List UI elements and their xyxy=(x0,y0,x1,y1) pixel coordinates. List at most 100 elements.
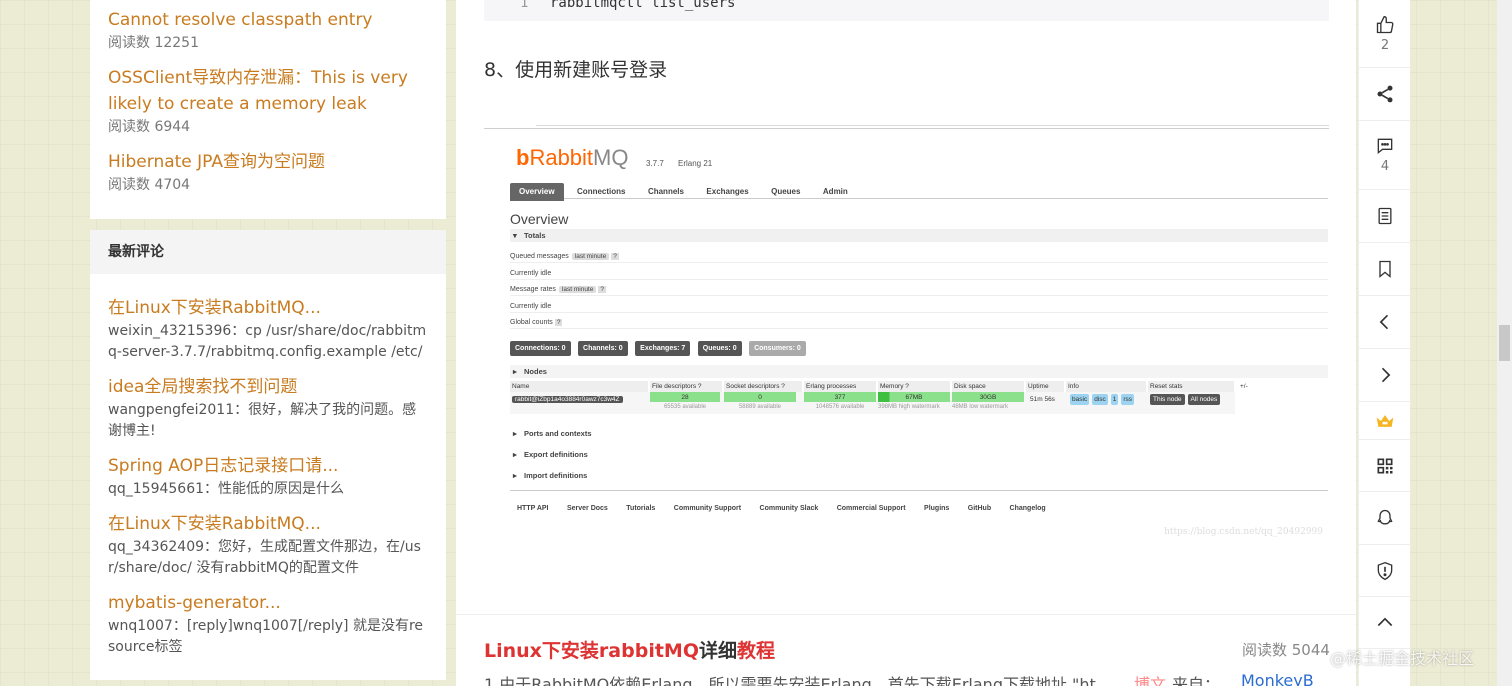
hot-article-reads: 阅读数 6944 xyxy=(108,119,191,135)
qq-share-button[interactable] xyxy=(1359,492,1411,545)
rabbitmq-footer: HTTP API Server Docs Tutorials Community… xyxy=(510,490,1328,515)
comment-button[interactable]: 4 xyxy=(1359,121,1411,190)
consumers-count[interactable]: Consumers: 0 xyxy=(749,341,806,356)
footer-link[interactable]: Community Slack xyxy=(760,505,819,512)
chevron-up-icon xyxy=(1377,617,1393,626)
totals-section[interactable]: Totals xyxy=(510,229,1328,242)
comment-article-link[interactable]: idea全局搜索找不到问题 xyxy=(108,375,428,400)
side-toolbar: 2 4 xyxy=(1358,0,1411,686)
contents-button[interactable] xyxy=(1359,190,1411,243)
reset-all-nodes-button[interactable]: All nodes xyxy=(1187,394,1221,405)
col-info: Info xyxy=(1066,381,1146,392)
message-rates-row: Message rates last minute? xyxy=(510,284,1328,296)
rabbitmq-screenshot: bRabbitMQ 3.7.7 Erlang 21 Overview Conne… xyxy=(484,125,1329,548)
back-to-top-button[interactable] xyxy=(1359,597,1411,649)
queued-messages-row: Queued messages last minute? xyxy=(510,251,1328,263)
footer-link[interactable]: Plugins xyxy=(924,505,949,512)
tab-connections[interactable]: Connections xyxy=(568,183,634,201)
comment-text: wnq1007：[reply]wnq1007[/reply] 就是没有resou… xyxy=(108,618,423,655)
related-article-author[interactable]: MonkeyB xyxy=(1241,671,1314,686)
related-article-reads: 阅读数 5044 xyxy=(1242,641,1330,659)
info-tag: basic xyxy=(1070,394,1090,405)
col-reset-stats: Reset stats xyxy=(1148,381,1234,392)
footer-link[interactable]: Server Docs xyxy=(567,505,608,512)
hot-article-item: Cannot resolve classpath entry 阅读数 12251 xyxy=(108,7,438,53)
step-heading: 8、使用新建账号登录 xyxy=(484,59,668,81)
rabbitmq-logo: bRabbitMQ xyxy=(516,145,629,170)
info-tag: disc xyxy=(1092,394,1108,405)
like-count: 2 xyxy=(1380,37,1390,53)
comment-article-link[interactable]: mybatis-generator... xyxy=(108,591,428,616)
vip-button[interactable] xyxy=(1359,402,1411,440)
help-icon[interactable]: ? xyxy=(611,253,619,260)
columns-toggle[interactable]: +/- xyxy=(1238,381,1256,392)
latest-comments-panel: 最新评论 在Linux下安装RabbitMQ... weixin_4321539… xyxy=(90,230,446,680)
comment-article-link[interactable]: 在Linux下安装RabbitMQ... xyxy=(108,296,428,321)
code-line-number: 1 xyxy=(520,0,529,11)
hot-article-item: Hibernate JPA查询为空问题 阅读数 4704 xyxy=(108,149,438,195)
footer-link[interactable]: Tutorials xyxy=(626,505,655,512)
tab-admin[interactable]: Admin xyxy=(814,183,857,201)
queues-count[interactable]: Queues: 0 xyxy=(697,341,742,356)
memory-bar: 67MB xyxy=(878,392,950,402)
tab-queues[interactable]: Queues xyxy=(762,183,809,201)
import-definitions-section[interactable]: Import definitions xyxy=(510,469,1328,482)
scrollbar-thumb[interactable] xyxy=(1499,325,1510,361)
channels-count[interactable]: Channels: 0 xyxy=(578,341,628,356)
comment-article-link[interactable]: 在Linux下安装RabbitMQ... xyxy=(108,512,428,537)
rabbitmq-version: 3.7.7 xyxy=(646,159,664,168)
page-scrollbar[interactable] xyxy=(1497,0,1512,686)
related-article-title[interactable]: Linux下安装rabbitMQ详细教程 xyxy=(484,636,775,663)
info-tags: basic disc 1 rss xyxy=(1070,394,1137,405)
node-name-link[interactable]: rabbit@iZbp1a4o3884r0awz7c3w4Z xyxy=(512,396,623,403)
nodes-table: Name File descriptors ? Socket descripto… xyxy=(510,381,1248,414)
reset-this-node-button[interactable]: This node xyxy=(1150,394,1185,405)
comment-icon xyxy=(1377,138,1393,155)
global-counts: Connections: 0 Channels: 0 Exchanges: 7 … xyxy=(510,337,809,356)
report-button[interactable] xyxy=(1359,545,1411,597)
disk-bar: 30GB xyxy=(952,392,1024,402)
like-button[interactable]: 2 xyxy=(1359,0,1411,68)
document-icon xyxy=(1378,207,1392,225)
tab-exchanges[interactable]: Exchanges xyxy=(697,183,757,201)
footer-link[interactable]: Community Support xyxy=(674,505,741,512)
next-article-button[interactable] xyxy=(1359,349,1411,402)
tab-overview[interactable]: Overview xyxy=(510,183,564,201)
thumbs-up-icon xyxy=(1376,15,1394,33)
hot-article-reads: 阅读数 12251 xyxy=(108,35,199,51)
fd-bar: 28 xyxy=(650,392,720,402)
share-button[interactable] xyxy=(1359,68,1411,121)
hot-article-title[interactable]: Cannot resolve classpath entry xyxy=(108,7,438,33)
hot-article-title[interactable]: Hibernate JPA查询为空问题 xyxy=(108,149,438,175)
comment-article-link[interactable]: Spring AOP日志记录接口请... xyxy=(108,454,428,479)
bookmark-button[interactable] xyxy=(1359,243,1411,296)
footer-link[interactable]: Commercial Support xyxy=(837,505,906,512)
idle-text: Currently idle xyxy=(510,268,1328,280)
footer-link[interactable]: GitHub xyxy=(968,505,991,512)
help-icon[interactable]: ? xyxy=(598,286,606,293)
rabbitmq-tabs: Overview Connections Channels Exchanges … xyxy=(510,181,1328,201)
comment-item: 在Linux下安装RabbitMQ... weixin_43215396：cp … xyxy=(108,296,428,363)
last-minute-select[interactable]: last minute xyxy=(571,253,610,260)
overview-title: Overview xyxy=(510,211,569,227)
hot-article-item: OSSClient导致内存泄漏：This is very likely to c… xyxy=(108,65,438,137)
connections-count[interactable]: Connections: 0 xyxy=(510,341,571,356)
previous-article-button[interactable] xyxy=(1359,296,1411,349)
help-icon[interactable]: ? xyxy=(554,319,563,326)
nodes-section[interactable]: Nodes xyxy=(510,365,1328,378)
bookmark-icon xyxy=(1379,260,1391,278)
last-minute-select[interactable]: last minute xyxy=(558,286,597,293)
qr-code-button[interactable] xyxy=(1359,440,1411,492)
tab-channels[interactable]: Channels xyxy=(639,183,693,201)
footer-link[interactable]: Changelog xyxy=(1010,505,1046,512)
frame-divider xyxy=(536,125,1329,126)
hot-article-title[interactable]: OSSClient导致内存泄漏：This is very likely to c… xyxy=(108,65,438,117)
ports-contexts-section[interactable]: Ports and contexts xyxy=(510,427,1328,440)
comment-text: wangpengfei2011：很好，解决了我的问题。感谢博主! xyxy=(108,402,417,439)
rabbitmq-logo-mark: b xyxy=(516,145,530,170)
export-definitions-section[interactable]: Export definitions xyxy=(510,448,1328,461)
footer-link[interactable]: HTTP API xyxy=(517,505,549,512)
latest-comments-heading: 最新评论 xyxy=(90,230,446,274)
idle-text: Currently idle xyxy=(510,301,1328,313)
exchanges-count[interactable]: Exchanges: 7 xyxy=(635,341,691,356)
